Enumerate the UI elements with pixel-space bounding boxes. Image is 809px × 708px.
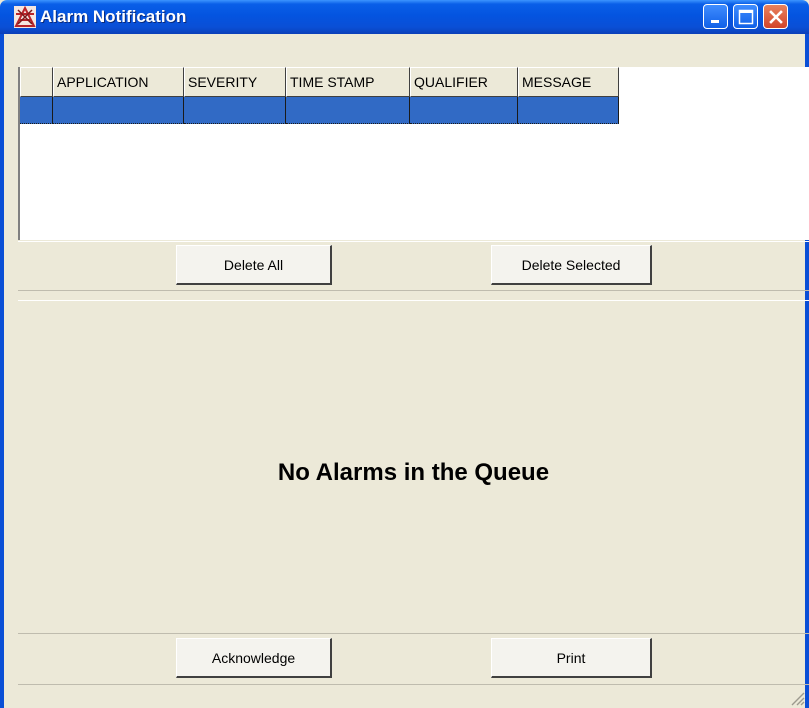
alarm-app-icon: [14, 6, 36, 28]
message-panel: No Alarms in the Queue: [18, 300, 809, 633]
close-icon: [769, 10, 783, 24]
column-header-application[interactable]: APPLICATION: [53, 67, 184, 97]
print-button[interactable]: Print: [491, 638, 652, 678]
table-cell: [53, 97, 184, 124]
column-header-message[interactable]: MESSAGE: [518, 67, 619, 97]
title-bar[interactable]: Alarm Notification: [0, 0, 809, 34]
maximize-icon: [738, 9, 754, 25]
alarm-table[interactable]: APPLICATION SEVERITY TIME STAMP QUALIFIE…: [18, 67, 809, 240]
window-frame-left: [0, 34, 4, 708]
empty-queue-message: No Alarms in the Queue: [277, 459, 550, 486]
acknowledge-button[interactable]: Acknowledge: [176, 638, 332, 678]
table-cell: [410, 97, 518, 124]
status-bar: [18, 684, 809, 708]
delete-all-button[interactable]: Delete All: [176, 245, 332, 285]
delete-selected-button[interactable]: Delete Selected: [491, 245, 652, 285]
table-actions-panel: [18, 241, 809, 291]
table-cell: [20, 97, 53, 124]
column-header-severity[interactable]: SEVERITY: [184, 67, 286, 97]
column-header-rownum[interactable]: [20, 67, 53, 97]
alarm-actions-panel: [18, 633, 809, 683]
table-cell: [518, 97, 619, 124]
maximize-button[interactable]: [733, 4, 758, 29]
table-cell: [184, 97, 286, 124]
window-title: Alarm Notification: [40, 7, 187, 26]
minimize-button[interactable]: [703, 4, 728, 29]
resize-grip-icon[interactable]: [789, 690, 805, 706]
minimize-icon: [711, 20, 719, 23]
column-header-qualifier[interactable]: QUALIFIER: [410, 67, 518, 97]
close-button[interactable]: [763, 4, 788, 29]
column-header-time-stamp[interactable]: TIME STAMP: [286, 67, 410, 97]
table-cell: [286, 97, 410, 124]
